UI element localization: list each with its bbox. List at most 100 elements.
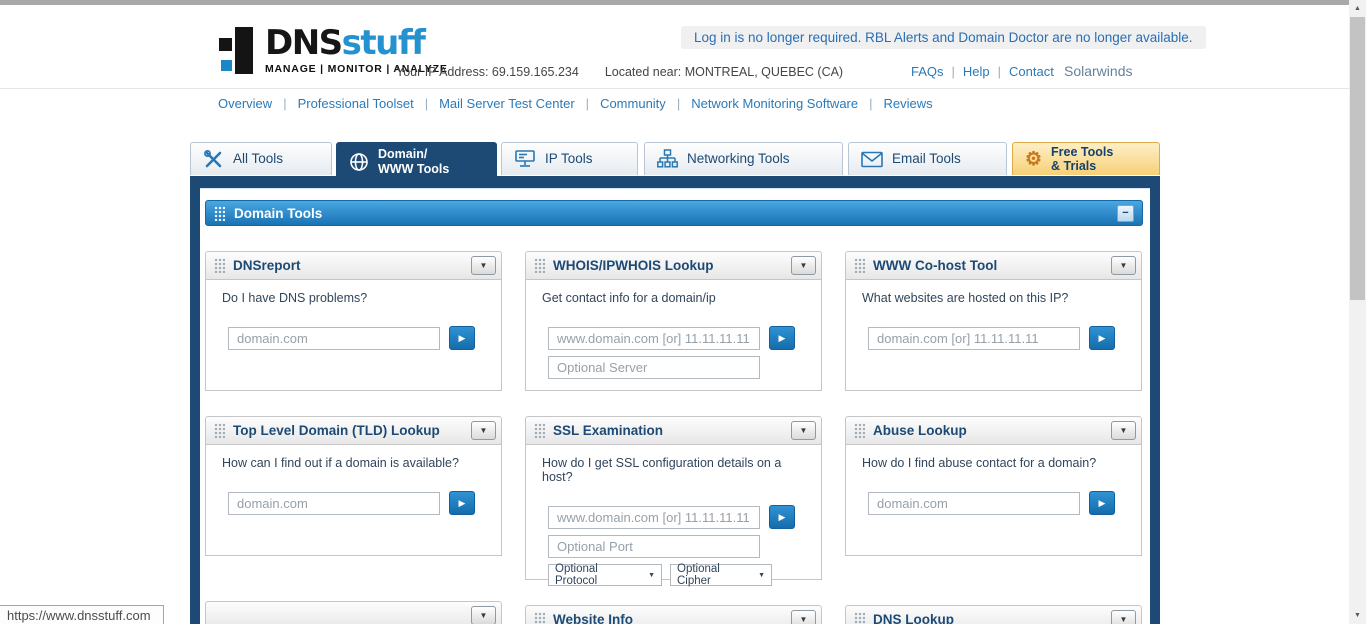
drag-handle-icon[interactable] <box>534 258 545 273</box>
chevron-down-icon: ▼ <box>648 571 655 579</box>
nav-professional-toolset[interactable]: Professional Toolset <box>272 96 414 111</box>
card-header: Website Info ▼ <box>526 606 821 624</box>
host-input[interactable] <box>548 505 760 529</box>
service-notice-banner: Log in is no longer required. RBL Alerts… <box>681 26 1206 49</box>
card-dropdown-button[interactable]: ▼ <box>791 421 816 440</box>
domain-or-ip-input[interactable] <box>868 326 1080 350</box>
section-title: Domain Tools <box>234 205 323 221</box>
drag-handle-icon[interactable] <box>534 612 545 624</box>
nav-reviews[interactable]: Reviews <box>858 96 933 111</box>
card-www-cohost-tool: WWW Co-host Tool ▼ What websites are hos… <box>845 251 1142 391</box>
drag-handle-icon[interactable] <box>214 423 225 438</box>
run-button[interactable]: ▶ <box>449 326 475 350</box>
scrollbar-thumb[interactable] <box>1350 17 1365 300</box>
nav-network-monitoring-software[interactable]: Network Monitoring Software <box>666 96 858 111</box>
domain-input[interactable] <box>868 491 1080 515</box>
card-question: How do I find abuse contact for a domain… <box>862 456 1097 470</box>
drag-handle-icon[interactable] <box>854 612 865 624</box>
drag-handle-icon[interactable] <box>534 423 545 438</box>
tab-email-tools[interactable]: Email Tools <box>848 142 1007 175</box>
tab-domain-www-tools[interactable]: Domain/WWW Tools <box>336 142 497 180</box>
gear-icon: ⚙ <box>1025 148 1043 170</box>
card-untitled: ▼ <box>205 601 502 624</box>
contact-link[interactable]: Contact <box>990 64 1054 79</box>
optional-protocol-select[interactable]: Optional Protocol ▼ <box>548 563 662 587</box>
card-header: SSL Examination ▼ <box>526 417 821 445</box>
card-website-info: Website Info ▼ <box>525 605 822 624</box>
drag-handle-icon[interactable] <box>214 205 225 221</box>
drag-handle-icon[interactable] <box>214 258 225 273</box>
domain-input[interactable] <box>228 491 440 515</box>
drag-handle-icon[interactable] <box>854 258 865 273</box>
header-divider <box>0 88 1349 89</box>
scroll-down-button[interactable]: ▼ <box>1349 607 1366 624</box>
envelope-icon <box>861 151 883 168</box>
server-icon <box>514 149 536 169</box>
card-question: Do I have DNS problems? <box>222 291 368 305</box>
collapse-section-button[interactable]: − <box>1117 204 1134 222</box>
card-header: DNSreport ▼ <box>206 252 501 280</box>
card-question: How can I find out if a domain is availa… <box>222 456 459 470</box>
globe-icon <box>349 152 369 172</box>
run-button[interactable]: ▶ <box>449 491 475 515</box>
card-header: DNS Lookup ▼ <box>846 606 1141 624</box>
card-header: WWW Co-host Tool ▼ <box>846 252 1141 280</box>
solarwinds-link[interactable]: Solarwinds <box>1064 63 1132 79</box>
vertical-scrollbar: ▲ ▼ <box>1349 0 1366 624</box>
top-strip <box>0 0 1349 5</box>
dnsstuff-logo-icon <box>218 26 258 74</box>
tab-ip-tools[interactable]: IP Tools <box>501 142 638 175</box>
nav-overview[interactable]: Overview <box>218 96 272 111</box>
scroll-up-button[interactable]: ▲ <box>1349 0 1366 17</box>
card-header: WHOIS/IPWHOIS Lookup ▼ <box>526 252 821 280</box>
nav-community[interactable]: Community <box>575 96 666 111</box>
chevron-down-icon: ▼ <box>758 571 765 579</box>
card-dropdown-button[interactable]: ▼ <box>1111 256 1136 275</box>
card-dropdown-button[interactable]: ▼ <box>471 606 496 624</box>
domain-or-ip-input[interactable] <box>548 326 760 350</box>
domain-tools-section-header: Domain Tools − <box>205 200 1143 226</box>
card-dropdown-button[interactable]: ▼ <box>791 610 816 624</box>
card-dnsreport: DNSreport ▼ Do I have DNS problems? ▶ <box>205 251 502 391</box>
tools-icon <box>203 149 224 170</box>
card-dropdown-button[interactable]: ▼ <box>1111 421 1136 440</box>
optional-cipher-select[interactable]: Optional Cipher ▼ <box>670 563 772 587</box>
domain-input[interactable] <box>228 326 440 350</box>
card-dropdown-button[interactable]: ▼ <box>791 256 816 275</box>
drag-handle-icon[interactable] <box>854 423 865 438</box>
card-header: Abuse Lookup ▼ <box>846 417 1141 445</box>
card-header: ▼ <box>206 602 501 624</box>
run-button[interactable]: ▶ <box>1089 326 1115 350</box>
card-abuse-lookup: Abuse Lookup ▼ How do I find abuse conta… <box>845 416 1142 556</box>
run-button[interactable]: ▶ <box>769 505 795 529</box>
dnsstuff-page: DNSstuff MANAGE | MONITOR | ANALYZE Your… <box>0 0 1366 624</box>
faqs-link[interactable]: FAQs <box>911 64 944 79</box>
location-text: Located near: MONTREAL, QUEBEC (CA) <box>604 65 844 79</box>
logo-wordmark: DNSstuff <box>265 23 426 63</box>
tools-panel-content: Domain Tools − DNSreport ▼ Do I have DNS… <box>200 188 1150 624</box>
card-question: How do I get SSL configuration details o… <box>542 456 782 484</box>
tools-panel: Domain Tools − DNSreport ▼ Do I have DNS… <box>190 176 1160 624</box>
card-question: What websites are hosted on this IP? <box>862 291 1069 305</box>
nav-mail-server-test-center[interactable]: Mail Server Test Center <box>414 96 575 111</box>
card-whois-lookup: WHOIS/IPWHOIS Lookup ▼ Get contact info … <box>525 251 822 391</box>
card-dropdown-button[interactable]: ▼ <box>471 256 496 275</box>
card-tld-lookup: Top Level Domain (TLD) Lookup ▼ How can … <box>205 416 502 556</box>
run-button[interactable]: ▶ <box>1089 491 1115 515</box>
optional-port-input[interactable] <box>548 535 760 558</box>
ip-address-text: Your IP Address: 69.159.165.234 <box>396 65 579 79</box>
card-header: Top Level Domain (TLD) Lookup ▼ <box>206 417 501 445</box>
tab-free-tools-trials[interactable]: ⚙ Free Tools & Trials <box>1012 142 1160 175</box>
visitor-info: Your IP Address: 69.159.165.234 Located … <box>396 65 843 79</box>
card-question: Get contact info for a domain/ip <box>542 291 716 305</box>
card-dns-lookup: DNS Lookup ▼ <box>845 605 1142 624</box>
header-links: FAQs Help Contact <box>911 64 1054 79</box>
help-link[interactable]: Help <box>944 64 990 79</box>
card-dropdown-button[interactable]: ▼ <box>1111 610 1136 624</box>
optional-server-input[interactable] <box>548 356 760 379</box>
network-nodes-icon <box>657 149 678 169</box>
card-dropdown-button[interactable]: ▼ <box>471 421 496 440</box>
tab-networking-tools[interactable]: Networking Tools <box>644 142 843 175</box>
tab-all-tools[interactable]: All Tools <box>190 142 332 175</box>
run-button[interactable]: ▶ <box>769 326 795 350</box>
